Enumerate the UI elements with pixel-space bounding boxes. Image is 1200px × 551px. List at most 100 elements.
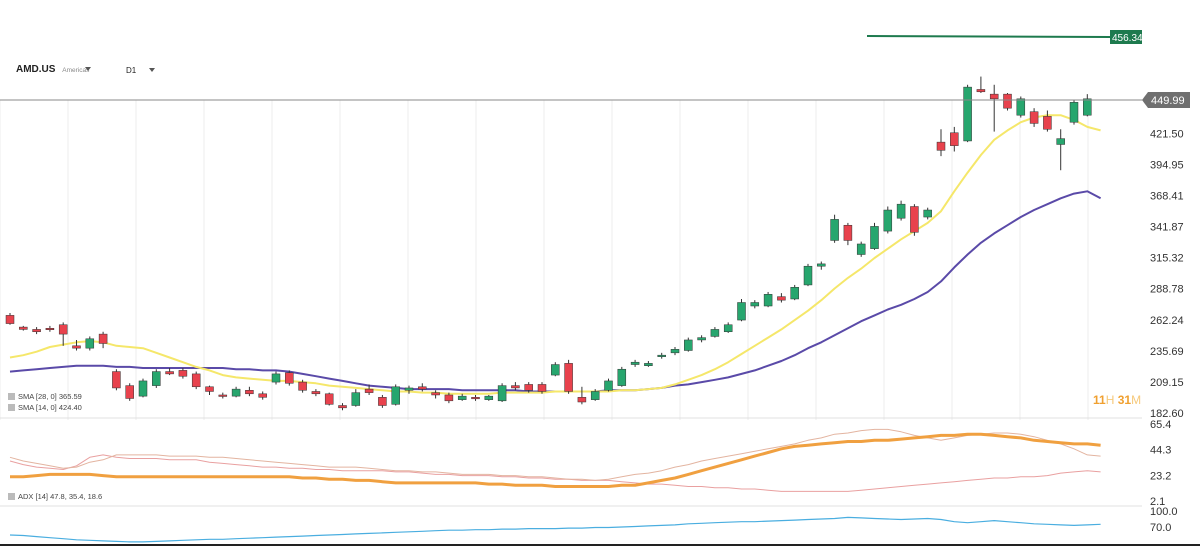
candle xyxy=(85,336,95,351)
timeframe-chevron-down-icon[interactable] xyxy=(149,68,155,72)
candle xyxy=(271,371,281,385)
candle xyxy=(856,241,866,257)
candle-body xyxy=(1069,102,1079,123)
candle-body xyxy=(830,219,839,241)
candle-body xyxy=(245,390,254,395)
candle xyxy=(165,368,174,376)
price-tick-label: 288.78 xyxy=(1150,284,1184,296)
candle-body xyxy=(457,395,467,400)
candle-body xyxy=(989,93,999,100)
candle-body xyxy=(684,339,693,351)
candle-body xyxy=(58,324,68,335)
candle xyxy=(604,378,613,392)
candle xyxy=(391,384,400,406)
candle-body xyxy=(418,386,427,390)
price-tick-label: 262.24 xyxy=(1150,315,1184,327)
target-line xyxy=(866,35,1111,38)
chart-svg[interactable]: 421.50 394.95 368.41 341.87 315.32 288.78 262.… xyxy=(0,0,1200,546)
symbol-chevron-down-icon[interactable] xyxy=(85,67,91,71)
legend-sma28[interactable]: SMA [28, 0] 365.59 xyxy=(8,392,82,401)
settings-icon[interactable] xyxy=(8,493,15,500)
candle xyxy=(112,369,121,391)
timer-minutes-unit: M xyxy=(1131,393,1142,407)
candle xyxy=(1029,108,1039,127)
candle-body xyxy=(231,388,241,397)
candle xyxy=(803,263,813,287)
candle xyxy=(737,298,746,322)
oscillator-panel xyxy=(9,516,1101,543)
candle xyxy=(710,327,720,338)
candle-body xyxy=(790,287,799,300)
settings-icon[interactable] xyxy=(8,404,15,411)
candle-body xyxy=(298,381,307,391)
candle xyxy=(657,352,666,359)
trading-chart[interactable]: 421.50 394.95 368.41 341.87 315.32 288.78 262.… xyxy=(0,0,1200,546)
candle-body xyxy=(896,203,906,219)
candle-body xyxy=(697,337,706,341)
candle-body xyxy=(777,296,786,301)
target-price-label: 456.34 xyxy=(1112,33,1143,44)
candle-body xyxy=(165,371,174,375)
price-tick-label: 394.95 xyxy=(1150,159,1184,171)
candle-body xyxy=(856,243,866,255)
symbol-selector[interactable]: AMD.US Americas xyxy=(16,64,89,75)
candle-body xyxy=(1029,111,1039,124)
candle-body xyxy=(524,384,533,391)
candle-body xyxy=(657,354,666,357)
candle xyxy=(311,389,321,397)
candle xyxy=(138,378,148,398)
candle-body xyxy=(98,333,108,344)
candle-body xyxy=(191,373,201,388)
price-tick-label: 368.41 xyxy=(1150,190,1184,202)
candle xyxy=(670,346,680,356)
candle-body xyxy=(537,384,547,392)
candle-body xyxy=(577,397,587,403)
price-tick-label: 315.32 xyxy=(1150,253,1184,265)
candle xyxy=(923,207,932,220)
sma14-label: SMA [14, 0] 424.40 xyxy=(18,403,82,412)
candle-body xyxy=(1003,93,1012,109)
candle-body xyxy=(564,363,573,392)
candle-body xyxy=(378,397,387,406)
candle xyxy=(896,200,906,221)
candle xyxy=(497,383,507,402)
candle-body xyxy=(617,368,627,386)
candle-body xyxy=(604,380,613,391)
symbol-label: AMD.US xyxy=(16,64,56,75)
candle-body xyxy=(72,345,81,349)
candle-body xyxy=(431,392,440,396)
candle xyxy=(723,322,733,333)
candle xyxy=(750,300,760,309)
timeframe-selector[interactable]: D1 xyxy=(126,66,136,75)
adx-label: ADX [14] 47.8, 35.4, 18.6 xyxy=(18,492,103,501)
candle xyxy=(843,222,853,246)
sma-lines xyxy=(9,114,1102,395)
candle xyxy=(883,206,893,234)
candle xyxy=(484,394,494,401)
price-tick-label: 209.15 xyxy=(1150,377,1184,389)
settings-icon[interactable] xyxy=(8,393,15,400)
candle xyxy=(285,370,294,386)
candle-body xyxy=(271,373,281,383)
legend-sma14[interactable]: SMA [14, 0] 424.40 xyxy=(8,403,82,412)
candle-body xyxy=(963,86,972,142)
candle xyxy=(817,261,826,270)
candle xyxy=(191,371,201,390)
candle-body xyxy=(883,209,893,232)
candle-body xyxy=(511,385,520,389)
candle-body xyxy=(763,294,773,307)
adx-tick-label: 23.2 xyxy=(1150,470,1171,482)
candle-body xyxy=(311,391,321,395)
legend-adx[interactable]: ADX [14] 47.8, 35.4, 18.6 xyxy=(8,492,102,501)
adx-panel xyxy=(9,428,1101,492)
candle xyxy=(5,313,15,325)
candle xyxy=(457,393,467,401)
candle-body xyxy=(817,263,826,267)
candle-body xyxy=(843,224,853,241)
candle xyxy=(630,359,640,367)
candle-body xyxy=(85,338,95,349)
candle-body xyxy=(750,302,760,307)
candle xyxy=(218,392,228,399)
candle xyxy=(1056,129,1065,171)
candle-body xyxy=(710,329,720,337)
